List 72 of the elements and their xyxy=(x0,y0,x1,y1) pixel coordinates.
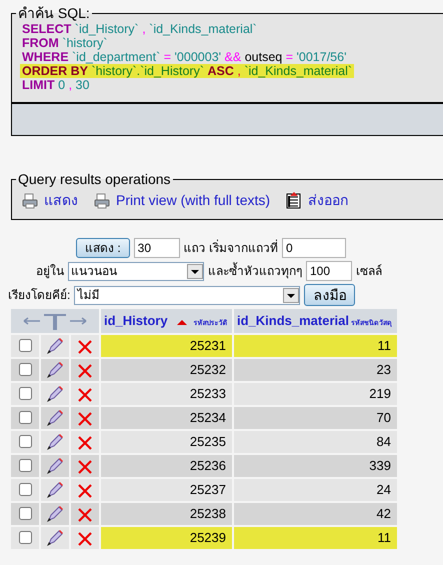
table-cell: 11 xyxy=(234,335,397,357)
sort-dropdown[interactable]: ไม่มี xyxy=(74,286,300,304)
repeat-field[interactable]: 100 xyxy=(306,261,352,281)
mode-label: อยู่ใน xyxy=(36,263,64,280)
table-cell: 25233 xyxy=(101,383,232,405)
export-icon xyxy=(286,192,302,209)
delete-icon[interactable] xyxy=(77,458,93,475)
table-cell: 25236 xyxy=(101,455,232,477)
table-cell: 25232 xyxy=(101,359,232,381)
table-cell: 339 xyxy=(234,455,397,477)
row-checkbox[interactable] xyxy=(18,435,32,448)
row-checkbox[interactable] xyxy=(18,531,32,544)
rows-field[interactable]: 30 xyxy=(134,238,180,258)
delete-icon[interactable] xyxy=(77,434,93,451)
unit-label: เซลล์ xyxy=(356,263,382,280)
caret-icon xyxy=(187,264,203,278)
table-cell: 70 xyxy=(234,407,397,429)
section-legend: คำค้น SQL: xyxy=(16,6,92,20)
delete-icon[interactable] xyxy=(77,506,93,523)
row-checkbox[interactable] xyxy=(18,387,32,400)
edit-pencil-icon[interactable] xyxy=(46,385,64,404)
edit-pencil-icon[interactable] xyxy=(46,505,64,524)
rows-label: แถว เริ่มจากแถวที่ xyxy=(184,239,278,257)
column-toggle-header[interactable] xyxy=(11,309,99,333)
table-cell: 219 xyxy=(234,383,397,405)
caret-icon xyxy=(283,288,300,302)
table-cell: 24 xyxy=(234,479,397,501)
go-button[interactable]: ลงมือ xyxy=(304,284,356,306)
sql-line: SELECT `id_History` , `id_Kinds_material` xyxy=(21,22,258,36)
show-button[interactable]: แสดง : xyxy=(76,238,130,258)
repeat-label: และซ้ำหัวแถวทุกๆ xyxy=(208,262,302,280)
row-checkbox[interactable] xyxy=(18,507,32,520)
printer-icon xyxy=(94,192,110,208)
edit-pencil-icon[interactable] xyxy=(46,529,64,548)
table-cell: 25239 xyxy=(101,527,232,549)
sql-line: FROM `history` xyxy=(21,36,108,50)
edit-pencil-icon[interactable] xyxy=(46,433,64,452)
mode-dropdown[interactable]: แนวนอน xyxy=(68,262,204,280)
delete-icon[interactable] xyxy=(77,482,93,499)
section-legend: Query results operations xyxy=(16,172,173,186)
table-cell: 11 xyxy=(234,527,397,549)
table-cell: 25235 xyxy=(101,431,232,453)
delete-icon[interactable] xyxy=(77,338,93,355)
row-checkbox[interactable] xyxy=(18,483,32,496)
edit-pencil-icon[interactable] xyxy=(46,457,64,476)
row-checkbox[interactable] xyxy=(18,339,32,352)
delete-icon[interactable] xyxy=(77,386,93,403)
table-cell: 23 xyxy=(234,359,397,381)
operation-link[interactable]: แสดง xyxy=(22,190,78,211)
sort-label: เรียงโดยคีย์: xyxy=(8,287,70,304)
row-checkbox[interactable] xyxy=(18,363,32,376)
table-cell: 42 xyxy=(234,503,397,525)
edit-pencil-icon[interactable] xyxy=(46,481,64,500)
table-cell: 25237 xyxy=(101,479,232,501)
start-row-field[interactable]: 0 xyxy=(282,238,346,258)
sql-line: LIMIT 0 , 30 xyxy=(21,78,90,92)
row-checkbox[interactable] xyxy=(18,411,32,424)
edit-pencil-icon[interactable] xyxy=(46,337,64,356)
delete-icon[interactable] xyxy=(77,530,93,547)
operation-link[interactable]: ส่งออก xyxy=(286,190,348,211)
table-cell: 25238 xyxy=(101,503,232,525)
table-cell: 84 xyxy=(234,431,397,453)
printer-icon xyxy=(22,192,38,208)
row-checkbox[interactable] xyxy=(18,459,32,472)
sql-line: WHERE `id_department` = '000003' && outseq = '0017/56' xyxy=(21,50,348,64)
delete-icon[interactable] xyxy=(77,362,93,379)
delete-icon[interactable] xyxy=(77,410,93,427)
edit-pencil-icon[interactable] xyxy=(46,361,64,380)
table-cell: 25231 xyxy=(101,335,232,357)
table-cell: 25234 xyxy=(101,407,232,429)
edit-pencil-icon[interactable] xyxy=(46,409,64,428)
operation-link[interactable]: Print view (with full texts) xyxy=(94,190,270,211)
